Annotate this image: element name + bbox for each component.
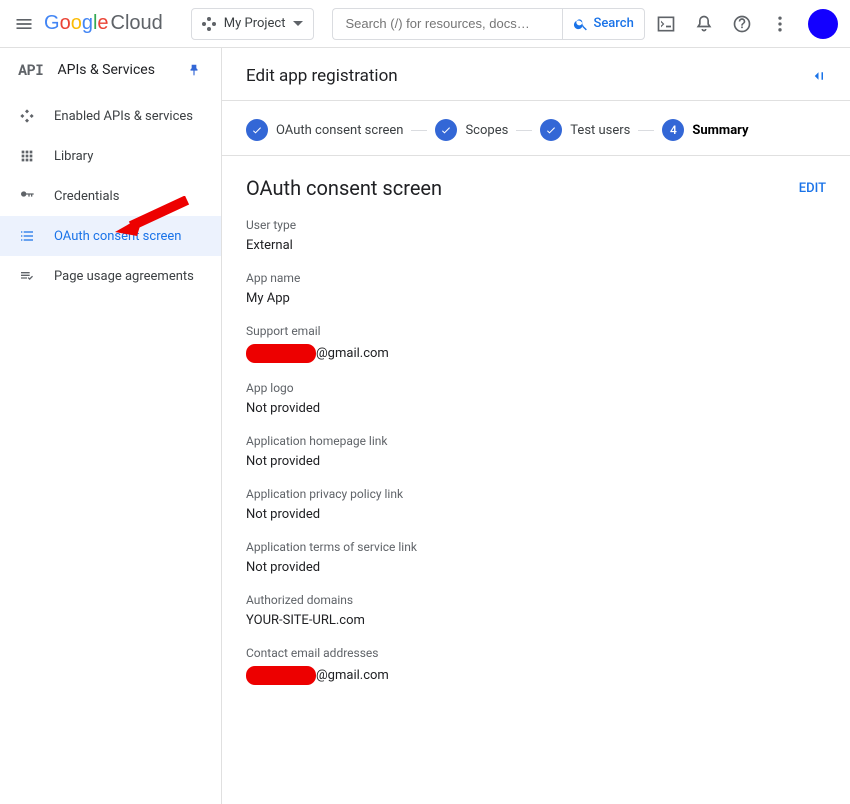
- nav-label: Enabled APIs & services: [54, 109, 193, 124]
- search-input[interactable]: [332, 8, 562, 40]
- nav-page-usage[interactable]: Page usage agreements: [0, 256, 221, 296]
- step-active-icon: 4: [662, 119, 684, 141]
- nav-enabled-apis[interactable]: Enabled APIs & services: [0, 96, 221, 136]
- google-cloud-logo[interactable]: GoogleCloud: [44, 12, 163, 35]
- field-user-type: User type External: [246, 218, 826, 253]
- redacted: [246, 666, 316, 685]
- pin-icon[interactable]: [187, 63, 203, 77]
- nav-label: Page usage agreements: [54, 269, 194, 284]
- key-icon: [18, 187, 36, 205]
- chevron-down-icon: [293, 21, 303, 26]
- collapse-panel-icon[interactable]: [808, 67, 826, 85]
- nav-oauth-consent[interactable]: OAuth consent screen: [0, 216, 221, 256]
- field-app-name: App name My App: [246, 271, 826, 306]
- menu-icon[interactable]: [12, 12, 36, 36]
- nav-label: Library: [54, 149, 93, 164]
- field-privacy-link: Application privacy policy link Not prov…: [246, 487, 826, 522]
- section-title: OAuth consent screen: [246, 176, 442, 200]
- step-scopes[interactable]: Scopes: [435, 119, 508, 141]
- nav-library[interactable]: Library: [0, 136, 221, 176]
- app-header: GoogleCloud My Project Search: [0, 0, 850, 48]
- field-authorized-domains: Authorized domains YOUR-SITE-URL.com: [246, 593, 826, 628]
- step-oauth-consent[interactable]: OAuth consent screen: [246, 119, 403, 141]
- avatar[interactable]: [808, 9, 838, 39]
- search-button[interactable]: Search: [562, 8, 644, 40]
- help-icon[interactable]: [732, 14, 752, 34]
- nav-label: OAuth consent screen: [54, 229, 181, 244]
- redacted: [246, 344, 316, 363]
- search-icon: [573, 16, 589, 32]
- page-title: Edit app registration: [246, 66, 398, 86]
- sidebar-title: APIs & Services: [58, 62, 173, 78]
- library-icon: [18, 147, 36, 165]
- stepper: OAuth consent screen Scopes Test users 4…: [222, 101, 850, 156]
- project-name: My Project: [224, 16, 286, 31]
- field-support-email: Support email @gmail.com: [246, 324, 826, 363]
- project-icon: [202, 17, 216, 31]
- field-contact-email: Contact email addresses @gmail.com: [246, 646, 826, 685]
- main-content: Edit app registration OAuth consent scre…: [222, 48, 850, 804]
- api-icon: API: [18, 60, 44, 80]
- more-icon[interactable]: [770, 14, 790, 34]
- notifications-icon[interactable]: [694, 14, 714, 34]
- consent-icon: [18, 227, 36, 245]
- step-test-users[interactable]: Test users: [540, 119, 630, 141]
- edit-button[interactable]: EDIT: [799, 181, 826, 196]
- field-tos-link: Application terms of service link Not pr…: [246, 540, 826, 575]
- step-done-icon: [540, 119, 562, 141]
- nav-label: Credentials: [54, 189, 119, 204]
- project-picker[interactable]: My Project: [191, 8, 315, 40]
- diamond-icon: [18, 107, 36, 125]
- step-done-icon: [435, 119, 457, 141]
- field-app-logo: App logo Not provided: [246, 381, 826, 416]
- field-homepage-link: Application homepage link Not provided: [246, 434, 826, 469]
- nav-credentials[interactable]: Credentials: [0, 176, 221, 216]
- agreements-icon: [18, 267, 36, 285]
- step-summary[interactable]: 4 Summary: [662, 119, 748, 141]
- step-done-icon: [246, 119, 268, 141]
- sidebar: API APIs & Services Enabled APIs & servi…: [0, 48, 222, 804]
- cloud-shell-icon[interactable]: [656, 14, 676, 34]
